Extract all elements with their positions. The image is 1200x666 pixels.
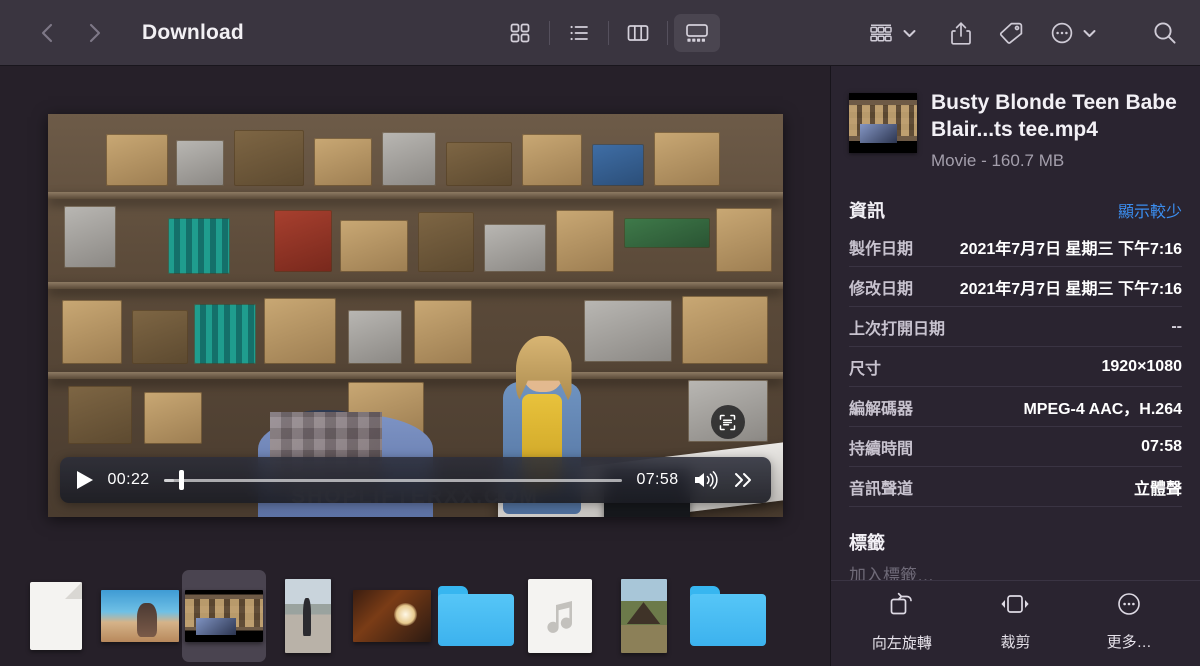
info-label: 編解碼器 — [849, 400, 914, 418]
info-heading: 資訊 — [849, 200, 885, 221]
info-value: 1920×1080 — [1101, 357, 1182, 375]
folder-icon — [438, 585, 514, 646]
more-actions-label: 更多… — [1106, 634, 1152, 651]
share-button[interactable] — [950, 13, 972, 53]
info-value: 07:58 — [1141, 437, 1182, 455]
column-view-button[interactable] — [615, 14, 661, 52]
quick-actions-bar: 向左旋轉 裁剪 更多… — [831, 580, 1200, 666]
toolbar-right-group — [868, 0, 1178, 66]
info-row: 製作日期 2021年7月7日 星期三 下午7:16 — [849, 227, 1182, 267]
back-button[interactable] — [36, 18, 58, 48]
info-value: MPEG-4 AAC，H.264 — [1023, 400, 1182, 418]
view-mode-switcher — [497, 0, 720, 66]
toolbar-divider — [608, 21, 609, 45]
folder-icon — [690, 585, 766, 646]
file-preview-thumbnail — [849, 93, 917, 153]
scrubber-handle[interactable] — [179, 470, 185, 490]
play-button[interactable] — [76, 470, 94, 490]
video-preview[interactable]: SHOPLIFTERXX.COM — [47, 114, 783, 517]
add-tags-input[interactable]: 加入標籤… — [849, 561, 1182, 580]
toolbar-divider — [549, 21, 550, 45]
gallery-view-button[interactable] — [674, 14, 720, 52]
file-kind-size: Movie - 160.7 MB — [931, 150, 1065, 170]
music-note-icon — [528, 578, 592, 653]
toolbar-divider — [667, 21, 668, 45]
scrubber-progress — [163, 478, 174, 482]
info-row: 修改日期 2021年7月7日 星期三 下午7:16 — [849, 267, 1182, 307]
toolbar: Download — [0, 0, 1200, 66]
trim-label: 裁剪 — [1000, 634, 1031, 651]
forward-button[interactable] — [84, 18, 106, 48]
filmstrip-item-photo-lamp[interactable] — [350, 570, 434, 662]
current-time: 00:22 — [107, 471, 150, 488]
chevron-down-icon — [1083, 29, 1096, 38]
document-icon — [30, 581, 82, 650]
photo-thumbnail — [353, 589, 431, 642]
info-value: 2021年7月7日 星期三 下午7:16 — [959, 240, 1182, 258]
icon-view-button[interactable] — [497, 14, 543, 52]
info-row: 上次打開日期 -- — [849, 307, 1182, 347]
filmstrip — [0, 565, 830, 666]
window-title: Download — [142, 20, 244, 44]
filmstrip-item-photo-beach[interactable] — [98, 570, 182, 662]
filmstrip-item-document[interactable] — [14, 570, 98, 662]
filmstrip-item-folder-2[interactable] — [686, 570, 770, 662]
preview-area: SHOPLIFTERXX.COM — [0, 66, 830, 565]
video-thumbnail — [185, 589, 263, 642]
file-header: Busty Blonde Teen Babe Blair...ts tee.mp… — [849, 90, 1182, 171]
info-label: 修改日期 — [849, 280, 914, 298]
chevron-down-icon — [903, 29, 916, 38]
preview-column: SHOPLIFTERXX.COM — [0, 66, 830, 666]
info-value: 2021年7月7日 星期三 下午7:16 — [959, 280, 1182, 298]
finder-window: Download 00:22 07:58 Busty Blonde Teen B… — [0, 0, 1200, 666]
info-sidebar: Busty Blonde Teen Babe Blair...ts tee.mp… — [830, 66, 1200, 666]
info-row: 尺寸 1920×1080 — [849, 347, 1182, 387]
group-by-button[interactable] — [868, 13, 916, 53]
total-time: 07:58 — [636, 471, 679, 488]
filmstrip-item-audio[interactable] — [518, 570, 602, 662]
more-options-button[interactable] — [1050, 13, 1096, 53]
trim-button[interactable]: 裁剪 — [978, 591, 1052, 652]
navigation-buttons — [36, 18, 106, 48]
filmstrip-item-photo-temple[interactable] — [602, 570, 686, 662]
search-icon[interactable] — [1152, 13, 1178, 53]
info-section-header: 資訊 顯示較少 — [849, 197, 1182, 223]
list-view-button[interactable] — [556, 14, 602, 52]
video-player-controls: 00:22 07:58 — [59, 457, 771, 503]
info-label: 製作日期 — [849, 240, 914, 258]
tags-heading: 標籤 — [849, 532, 885, 553]
file-name: Busty Blonde Teen Babe Blair...ts tee.mp… — [931, 91, 1177, 141]
info-value: 立體聲 — [1133, 480, 1182, 498]
info-value: -- — [1171, 317, 1182, 335]
info-row: 音訊聲道 立體聲 — [849, 467, 1182, 507]
more-actions-button[interactable]: 更多… — [1092, 591, 1166, 652]
info-label: 尺寸 — [849, 360, 882, 378]
info-label: 上次打開日期 — [849, 320, 946, 338]
live-text-icon[interactable] — [710, 405, 745, 439]
photo-thumbnail — [101, 589, 179, 642]
info-row: 編解碼器 MPEG-4 AAC，H.264 — [849, 387, 1182, 427]
info-content: Busty Blonde Teen Babe Blair...ts tee.mp… — [831, 66, 1200, 580]
scrubber[interactable] — [163, 469, 623, 491]
info-row: 持續時間 07:58 — [849, 427, 1182, 467]
ellipsis-circle-icon — [1116, 591, 1142, 622]
filmstrip-item-folder-1[interactable] — [434, 570, 518, 662]
speaker-waves-icon[interactable] — [693, 470, 719, 490]
filmstrip-item-video-store[interactable] — [182, 569, 266, 662]
show-less-link[interactable]: 顯示較少 — [1118, 198, 1182, 222]
trim-icon — [998, 591, 1032, 622]
double-chevron-right-icon[interactable] — [733, 470, 755, 490]
photo-thumbnail — [285, 578, 331, 653]
filmstrip-item-photo-street[interactable] — [266, 570, 350, 662]
scrubber-track — [163, 478, 623, 482]
window-body: SHOPLIFTERXX.COM — [0, 66, 1200, 666]
info-label: 持續時間 — [849, 440, 914, 458]
rotate-left-icon — [887, 590, 917, 623]
file-meta: Busty Blonde Teen Babe Blair...ts tee.mp… — [931, 90, 1182, 171]
rotate-left-button[interactable]: 向左旋轉 — [865, 590, 939, 653]
tag-icon[interactable] — [998, 13, 1024, 53]
info-label: 音訊聲道 — [849, 480, 914, 498]
photo-thumbnail — [621, 578, 667, 653]
rotate-left-label: 向左旋轉 — [871, 635, 932, 652]
